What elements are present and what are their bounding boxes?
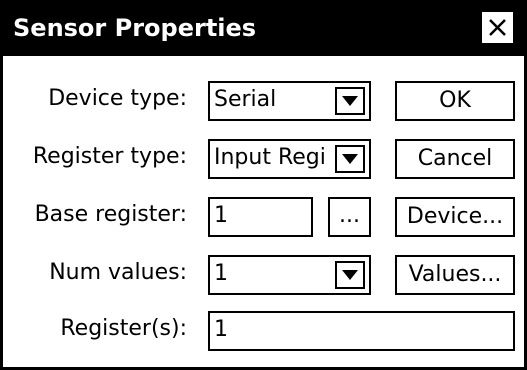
register-type-dropdown-button[interactable] <box>335 145 365 173</box>
registers-label: Register(s): <box>60 316 187 341</box>
base-register-browse-button[interactable]: ... <box>328 197 371 237</box>
register-type-dropdown[interactable]: Input Regi <box>208 139 371 179</box>
num-values-dropdown[interactable]: 1 <box>208 255 371 295</box>
cancel-button[interactable]: Cancel <box>395 139 515 179</box>
chevron-down-icon <box>342 270 358 280</box>
device-type-dropdown[interactable]: Serial <box>208 81 371 121</box>
device-type-value: Serial <box>214 87 277 112</box>
base-register-value: 1 <box>214 203 228 228</box>
register-type-label: Register type: <box>32 144 187 169</box>
num-values-label: Num values: <box>49 260 187 285</box>
chevron-down-icon <box>342 154 358 164</box>
registers-value: 1 <box>214 317 228 342</box>
ok-button[interactable]: OK <box>395 81 515 121</box>
device-button[interactable]: Device... <box>395 197 515 237</box>
device-type-label: Device type: <box>48 86 187 111</box>
close-icon <box>489 19 506 36</box>
chevron-down-icon <box>342 96 358 106</box>
device-type-dropdown-button[interactable] <box>335 87 365 115</box>
values-button[interactable]: Values... <box>395 255 515 295</box>
base-register-label: Base register: <box>34 202 187 227</box>
close-button[interactable] <box>480 10 515 45</box>
base-register-input[interactable]: 1 <box>208 197 313 237</box>
num-values-value: 1 <box>214 261 228 286</box>
registers-input[interactable]: 1 <box>208 311 515 351</box>
sensor-properties-dialog: Sensor Properties Device type: Serial OK… <box>0 0 527 370</box>
dialog-title: Sensor Properties <box>13 14 257 42</box>
register-type-value: Input Regi <box>214 145 326 170</box>
title-bar: Sensor Properties <box>3 3 524 56</box>
num-values-dropdown-button[interactable] <box>335 261 365 289</box>
